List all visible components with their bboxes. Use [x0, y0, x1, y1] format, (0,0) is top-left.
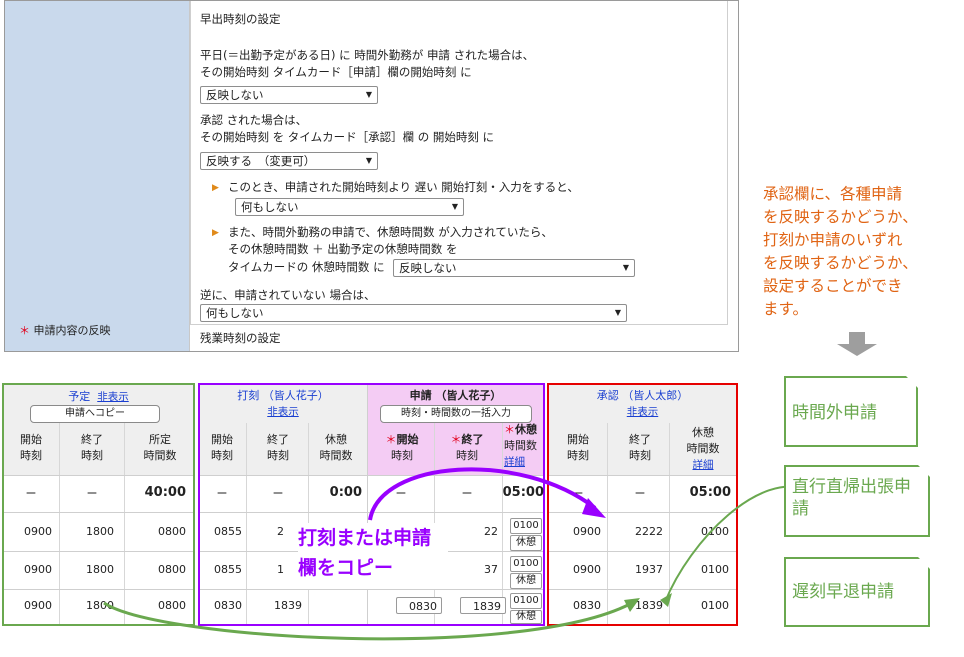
callout-overtime-application: 時間外申請 [784, 376, 918, 447]
callout-direct-trip-application: 直行直帰出張申請 [784, 465, 930, 537]
callout-text: 直行直帰出張申請 [792, 477, 911, 519]
fold-corner [918, 557, 930, 569]
callout-text: 時間外申請 [792, 403, 877, 423]
callout-late-early-application: 遅刻早退申請 [784, 557, 930, 627]
fold-corner [906, 376, 918, 388]
fold-corner [918, 465, 930, 477]
green-arrowhead-icon [660, 593, 672, 607]
callout-text: 遅刻早退申請 [792, 582, 894, 602]
